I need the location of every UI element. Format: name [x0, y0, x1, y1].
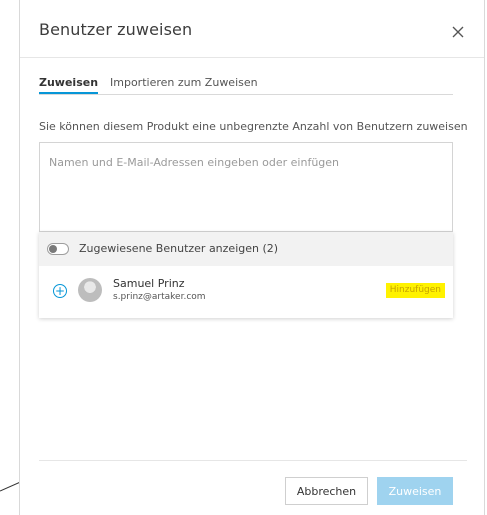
user-row: + Samuel Prinz s.prinz@artaker.com Hinzu… [39, 266, 453, 318]
user-name: Samuel Prinz [113, 277, 185, 290]
close-icon[interactable] [448, 22, 468, 42]
cancel-button[interactable]: Abbrechen [285, 477, 368, 505]
names-emails-input[interactable] [40, 143, 452, 231]
users-input-box [39, 142, 453, 232]
assign-users-dialog: Benutzer zuweisen Zuweisen Importieren z… [19, 0, 485, 515]
plus-circle-icon[interactable]: + [53, 284, 67, 298]
tab-underline [39, 94, 453, 95]
dialog-title: Benutzer zuweisen [39, 20, 193, 39]
assign-button[interactable]: Zuweisen [377, 477, 453, 505]
avatar [78, 278, 102, 302]
toggle-knob [49, 245, 57, 253]
tab-import-to-assign[interactable]: Importieren zum Zuweisen [110, 76, 258, 89]
toggle-label: Zugewiesene Benutzer anzeigen (2) [79, 242, 279, 255]
user-email: s.prinz@artaker.com [113, 292, 206, 302]
tab-assign[interactable]: Zuweisen [39, 76, 99, 94]
toggle-row: Zugewiesene Benutzer anzeigen (2) [39, 232, 453, 266]
header-divider [20, 57, 484, 58]
footer-divider [39, 460, 467, 461]
show-assigned-toggle[interactable] [47, 243, 69, 255]
assigned-users-panel: Zugewiesene Benutzer anzeigen (2) + Samu… [39, 232, 453, 318]
tab-bar: Zuweisen Importieren zum Zuweisen [39, 76, 459, 96]
description-text: Sie können diesem Produkt eine unbegrenz… [39, 120, 468, 133]
add-user-button[interactable]: Hinzufügen [385, 283, 445, 298]
